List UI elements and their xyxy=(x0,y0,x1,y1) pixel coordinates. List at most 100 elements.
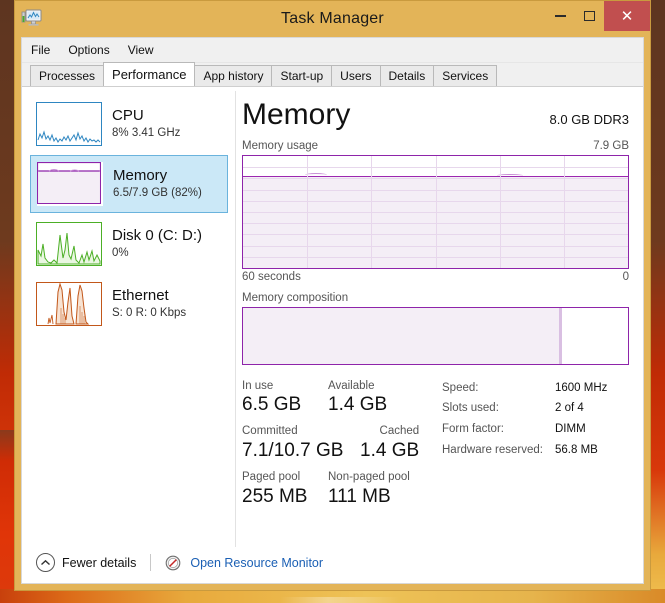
sidebar-item-memory-sub: 6.5/7.9 GB (82%) xyxy=(113,186,202,199)
memory-composition-labels: Memory composition xyxy=(242,292,629,304)
stat-in-use-label: In use xyxy=(242,379,274,392)
memory-usage-zero-label: 0 xyxy=(622,270,629,283)
close-button[interactable]: ✕ xyxy=(604,1,650,31)
stat-available-value: 1.4 GB xyxy=(328,394,388,416)
stat-cached-value: 1.4 GB xyxy=(360,440,420,462)
menu-item-options[interactable]: Options xyxy=(68,41,119,59)
sidebar-item-memory[interactable]: Memory 6.5/7.9 GB (82%) xyxy=(30,155,228,213)
title-bar[interactable]: Task Manager ✕ xyxy=(15,1,650,37)
window-client-area: File Options View Processes Performance … xyxy=(21,37,644,584)
sidebar-item-ethernet-sub: S: 0 R: 0 Kbps xyxy=(112,306,187,319)
memory-composition-in-use xyxy=(243,307,559,364)
stat-in-use: In use 6.5 GB xyxy=(242,379,328,418)
memory-composition-label: Memory composition xyxy=(242,291,349,304)
sidebar-item-memory-text: Memory 6.5/7.9 GB (82%) xyxy=(113,167,202,200)
fewer-details-label: Fewer details xyxy=(62,555,137,570)
stat-paged-pool-label: Paged pool xyxy=(242,470,301,483)
disk-sparkline-icon xyxy=(36,222,102,266)
task-manager-window: Task Manager ✕ File Options View Process… xyxy=(14,0,651,591)
grid-line-horizontal xyxy=(243,211,628,213)
detail-form-factor-value: DIMM xyxy=(555,422,586,435)
sidebar-item-cpu-sub: 8% 3.41 GHz xyxy=(112,126,181,139)
menu-bar: File Options View xyxy=(22,38,643,63)
fewer-details-button[interactable]: Fewer details xyxy=(36,553,136,572)
sidebar-item-ethernet[interactable]: Ethernet S: 0 R: 0 Kbps xyxy=(30,275,228,333)
desktop-accent-left xyxy=(0,430,14,603)
memory-composition-bar[interactable] xyxy=(242,306,629,365)
grid-line-horizontal xyxy=(243,233,628,235)
grid-line-horizontal xyxy=(243,256,628,258)
chevron-up-circle-icon xyxy=(36,553,55,572)
detail-hardware-reserved: Hardware reserved: 56.8 MB xyxy=(442,442,607,459)
tab-services[interactable]: Services xyxy=(433,65,498,86)
sidebar-item-memory-name: Memory xyxy=(113,167,168,185)
stat-committed: Committed 7.1/10.7 GB xyxy=(242,424,360,463)
close-icon: ✕ xyxy=(620,8,634,25)
detail-slots-used: Slots used: 2 of 4 xyxy=(442,400,607,417)
sidebar-item-cpu-text: CPU 8% 3.41 GHz xyxy=(112,107,180,140)
stat-committed-value: 7.1/10.7 GB xyxy=(242,440,344,462)
memory-detail-panel: Memory 8.0 GB DDR3 Memory usage 7.9 GB 6… xyxy=(228,87,643,541)
stat-non-paged-pool-value: 111 MB xyxy=(328,485,391,507)
open-resource-monitor-link[interactable]: Open Resource Monitor xyxy=(190,556,323,570)
memory-usage-time-label: 60 seconds xyxy=(242,270,301,283)
detail-hardware-reserved-label: Hardware reserved: xyxy=(442,443,543,456)
memory-usage-axis: 60 seconds 0 xyxy=(242,271,629,283)
desktop-accent-bottom xyxy=(0,589,665,603)
maximize-icon xyxy=(584,11,595,21)
stat-available: Available 1.4 GB xyxy=(328,379,387,418)
stat-row: Paged pool 255 MB Non-paged pool 111 MB xyxy=(242,470,432,509)
sidebar-item-ethernet-name: Ethernet xyxy=(112,287,169,305)
grid-line-horizontal xyxy=(243,166,628,168)
sidebar-item-disk-sub: 0% xyxy=(112,246,129,259)
tab-users[interactable]: Users xyxy=(331,65,381,86)
sidebar-item-cpu-name: CPU xyxy=(112,107,144,125)
memory-stats-left: In use 6.5 GB Available 1.4 GB Committed xyxy=(242,379,432,516)
detail-speed-value: 1600 MHz xyxy=(555,381,608,394)
grid-line-horizontal xyxy=(243,177,628,179)
stat-non-paged-pool: Non-paged pool 111 MB xyxy=(328,470,410,509)
sidebar-item-disk-text: Disk 0 (C: D:) 0% xyxy=(112,227,202,260)
memory-sparkline-icon xyxy=(37,162,103,206)
memory-usage-graph xyxy=(242,154,629,269)
sidebar-item-disk[interactable]: Disk 0 (C: D:) 0% xyxy=(30,215,228,273)
cpu-sparkline-icon xyxy=(36,102,102,146)
tab-performance[interactable]: Performance xyxy=(103,62,196,86)
memory-details-list: Speed: 1600 MHz Slots used: 2 of 4 Form … xyxy=(432,379,607,516)
memory-stats: In use 6.5 GB Available 1.4 GB Committed xyxy=(242,379,629,516)
memory-composition-divider xyxy=(558,307,562,364)
stat-row: Committed 7.1/10.7 GB Cached 1.4 GB xyxy=(242,424,432,463)
detail-form-factor: Form factor: DIMM xyxy=(442,421,607,438)
task-manager-monitor-icon xyxy=(21,8,43,28)
memory-header: Memory 8.0 GB DDR3 xyxy=(242,99,629,131)
memory-usage-bump-1 xyxy=(305,172,327,177)
detail-slots-used-value: 2 of 4 xyxy=(555,402,584,415)
sidebar-item-disk-name: Disk 0 (C: D:) xyxy=(112,227,202,245)
menu-item-file[interactable]: File xyxy=(31,41,60,59)
stat-non-paged-pool-label: Non-paged pool xyxy=(328,470,410,483)
maximize-button[interactable] xyxy=(575,1,604,31)
menu-item-view[interactable]: View xyxy=(128,41,164,59)
stat-committed-label: Committed xyxy=(242,425,298,438)
detail-form-factor-label: Form factor: xyxy=(442,422,504,435)
grid-line-horizontal xyxy=(243,245,628,247)
tab-start-up[interactable]: Start-up xyxy=(271,65,333,86)
tab-details[interactable]: Details xyxy=(379,65,435,86)
memory-usage-max: 7.9 GB xyxy=(593,139,629,152)
minimize-icon xyxy=(555,15,566,17)
detail-hardware-reserved-value: 56.8 MB xyxy=(555,443,598,456)
minimize-button[interactable] xyxy=(546,1,575,31)
stat-row: In use 6.5 GB Available 1.4 GB xyxy=(242,379,432,418)
memory-spec: 8.0 GB DDR3 xyxy=(549,112,629,127)
grid-line-horizontal xyxy=(243,222,628,224)
detail-speed-label: Speed: xyxy=(442,381,479,394)
stat-available-label: Available xyxy=(328,379,375,392)
tab-app-history[interactable]: App history xyxy=(194,65,273,86)
grid-line-horizontal xyxy=(243,189,628,191)
tab-processes[interactable]: Processes xyxy=(30,65,105,86)
sidebar-item-cpu[interactable]: CPU 8% 3.41 GHz xyxy=(30,95,228,153)
stat-cached-label: Cached xyxy=(379,425,420,438)
detail-slots-used-label: Slots used: xyxy=(442,402,499,415)
window-controls: ✕ xyxy=(546,1,650,31)
page-title: Memory xyxy=(242,98,351,131)
